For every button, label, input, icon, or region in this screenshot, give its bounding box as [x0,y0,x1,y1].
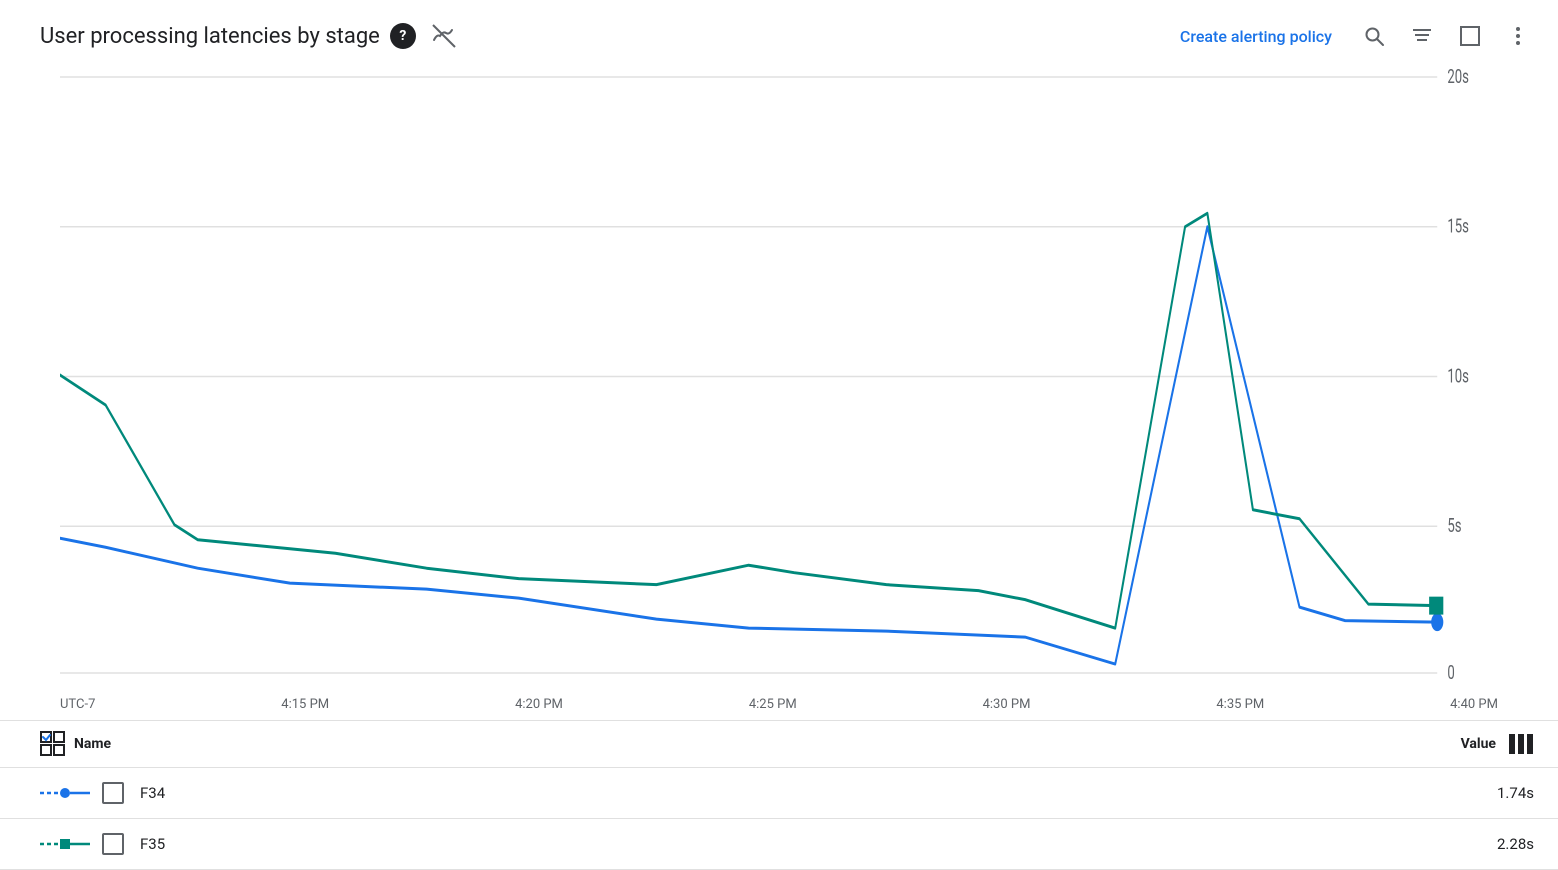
x-label-3: 4:25 PM [749,697,797,712]
f34-name: F34 [140,784,165,802]
chart-header: User processing latencies by stage ? Cre… [0,0,1558,62]
svg-text:5s: 5s [1447,516,1461,538]
svg-text:10s: 10s [1447,366,1469,388]
legend-row-f35: F35 2.28s [0,819,1558,870]
header-icons [1358,20,1534,52]
legend-toggle-all-icon[interactable] [40,731,66,757]
legend-header-value: Value [1461,733,1534,755]
legend-header-name: Name [40,731,111,757]
no-scale-icon[interactable] [430,22,458,50]
f35-value: 2.28s [1497,835,1534,853]
f34-value: 1.74s [1497,784,1534,802]
legend-table: Name Value [0,720,1558,870]
f34-checkbox[interactable] [102,782,124,804]
help-icon[interactable]: ? [390,23,416,49]
legend-header: Name Value [0,721,1558,768]
search-icon-btn[interactable] [1358,20,1390,52]
f35-checkbox[interactable] [102,833,124,855]
create-alerting-link[interactable]: Create alerting policy [1180,27,1332,46]
column-display-icon[interactable] [1508,733,1534,755]
main-chart-svg: 20s 15s 10s 5s 0 [60,62,1498,691]
chart-area: 20s 15s 10s 5s 0 UTC-7 4:15 PM 4:20 PM [0,62,1558,720]
chart-container: User processing latencies by stage ? Cre… [0,0,1558,870]
x-label-1: 4:15 PM [281,697,329,712]
x-label-0: UTC-7 [60,697,95,712]
f34-legend-line [40,783,90,803]
x-label-4: 4:30 PM [983,697,1031,712]
legend-name-col-header: Name [74,736,111,752]
f35-line-indicator [40,834,90,854]
svg-text:15s: 15s [1447,216,1469,238]
svg-text:0: 0 [1447,663,1454,685]
x-label-5: 4:35 PM [1216,697,1264,712]
f34-line-indicator [40,783,90,803]
svg-text:20s: 20s [1447,67,1469,89]
expand-icon-btn[interactable] [1454,20,1486,52]
filter-icon-btn[interactable] [1406,20,1438,52]
x-axis-labels: UTC-7 4:15 PM 4:20 PM 4:25 PM 4:30 PM 4:… [60,691,1498,720]
legend-row-f34: F34 1.74s [0,768,1558,819]
chart-title: User processing latencies by stage [40,24,380,49]
chart-svg-wrapper: 20s 15s 10s 5s 0 [60,62,1498,691]
x-label-2: 4:20 PM [515,697,563,712]
f35-legend-line [40,834,90,854]
x-label-6: 4:40 PM [1450,697,1498,712]
more-icon-btn[interactable] [1502,20,1534,52]
legend-value-col-header: Value [1461,736,1496,752]
f35-name: F35 [140,835,165,853]
